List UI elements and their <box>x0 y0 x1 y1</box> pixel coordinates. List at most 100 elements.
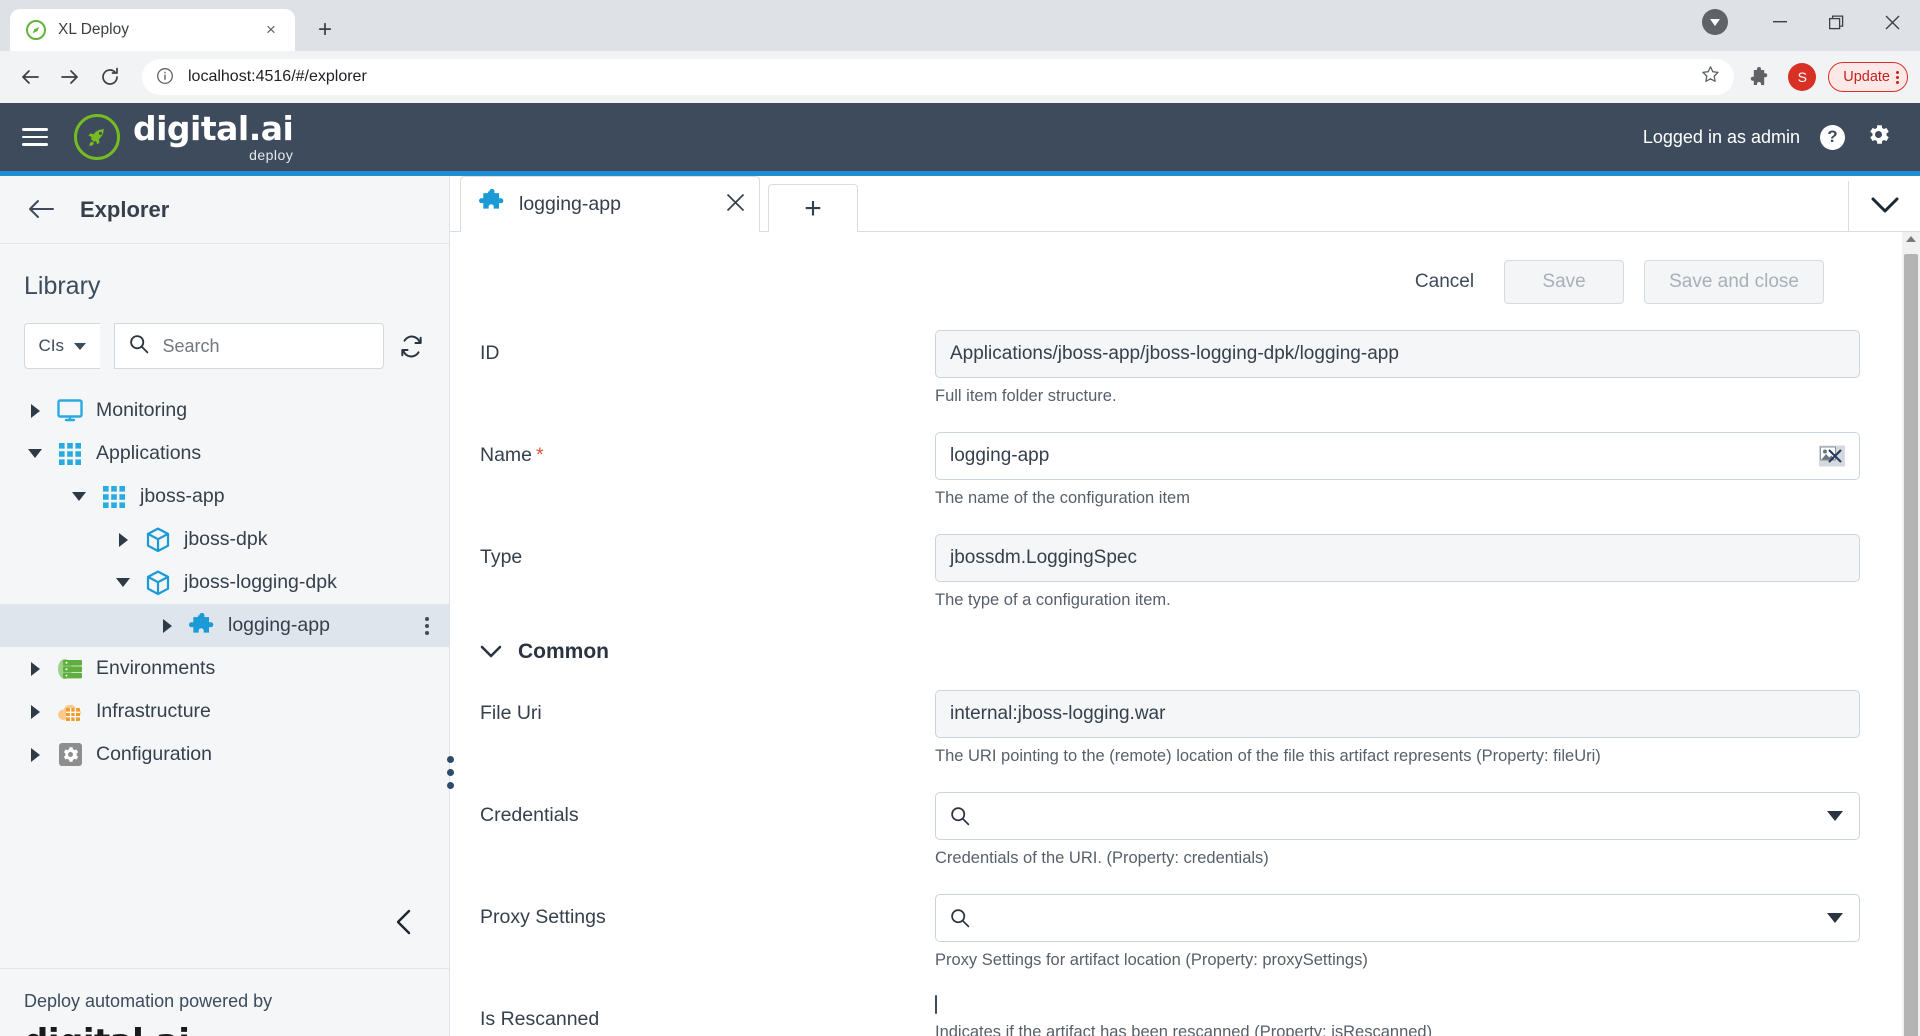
cis-filter-select[interactable]: CIs <box>24 323 100 369</box>
type-input[interactable]: jbossdm.LoggingSpec <box>935 534 1860 582</box>
refresh-icon[interactable] <box>398 334 425 359</box>
maximize-button[interactable] <box>1808 0 1864 44</box>
is-rescanned-checkbox[interactable] <box>935 995 937 1014</box>
cancel-button[interactable]: Cancel <box>1405 263 1484 301</box>
row-menu-icon[interactable] <box>419 616 435 635</box>
chevron-down-icon[interactable] <box>480 645 502 659</box>
tree-collapse-icon[interactable] <box>26 449 44 458</box>
update-button[interactable]: Update <box>1828 62 1908 92</box>
proxy-settings-select[interactable] <box>935 894 1860 942</box>
app-header: digital.ai deploy Logged in as admin ? <box>0 103 1920 171</box>
app-header-right: Logged in as admin ? <box>1643 121 1892 153</box>
sidebar-resize-handle[interactable] <box>447 756 454 789</box>
credentials-select[interactable] <box>935 792 1860 840</box>
brand-product: deploy <box>249 147 294 163</box>
chevron-down-icon[interactable] <box>1827 913 1843 923</box>
close-icon[interactable]: × <box>259 18 283 42</box>
tree-item-label: jboss-dpk <box>184 528 268 550</box>
footer-brand-logo: digital.ai <box>24 1022 425 1036</box>
chevron-down-icon[interactable] <box>1827 811 1843 821</box>
extensions-puzzle-icon[interactable] <box>1742 60 1776 94</box>
add-tab-button[interactable]: + <box>768 184 858 232</box>
scrollbar-thumb[interactable] <box>1904 254 1918 1036</box>
save-button[interactable]: Save <box>1504 260 1625 304</box>
id-input[interactable]: Applications/jboss-app/jboss-logging-dpk… <box>935 330 1860 378</box>
tree-item-jboss-logging-dpk[interactable]: jboss-logging-dpk <box>0 561 449 604</box>
tree-expand-icon[interactable] <box>26 704 44 719</box>
close-icon[interactable] <box>726 192 745 218</box>
credentials-help-text: Credentials of the URI. (Property: crede… <box>935 849 1269 867</box>
hamburger-menu-icon[interactable] <box>22 128 48 146</box>
top-field-group: ID Applications/jboss-app/jboss-logging-… <box>450 330 1868 610</box>
tree-item-logging-app[interactable]: logging-app <box>0 604 449 647</box>
save-and-close-button[interactable]: Save and close <box>1644 260 1824 304</box>
server-icon <box>56 657 84 681</box>
vertical-scrollbar[interactable] <box>1902 232 1920 1036</box>
site-info-icon[interactable] <box>156 67 176 87</box>
grid-icon <box>100 485 128 509</box>
broken-image-clear-icon[interactable] <box>1819 445 1845 467</box>
tree-expand-icon[interactable] <box>26 661 44 676</box>
tree-collapse-icon[interactable] <box>70 492 88 501</box>
document-tab-logging-app[interactable]: logging-app <box>460 176 760 232</box>
browser-tab[interactable]: XL Deploy × <box>10 9 295 51</box>
tree-expand-icon[interactable] <box>158 618 176 633</box>
tree-expand-icon[interactable] <box>114 532 132 547</box>
required-asterisk: * <box>536 444 544 466</box>
chevron-down-icon <box>74 342 86 350</box>
help-icon[interactable]: ? <box>1820 124 1845 150</box>
address-bar[interactable]: localhost:4516/#/explorer <box>142 59 1735 95</box>
field-id: ID Applications/jboss-app/jboss-logging-… <box>450 330 1868 406</box>
rocket-icon <box>74 114 120 160</box>
puzzle-icon <box>188 612 216 639</box>
sidebar-footer: Deploy automation powered by digital.ai <box>0 969 449 1036</box>
search-input[interactable] <box>160 334 370 358</box>
tree-item-label: Configuration <box>96 743 212 765</box>
tree-item-applications[interactable]: Applications <box>0 432 449 475</box>
chevron-down-badge-icon[interactable] <box>1702 9 1728 35</box>
search-icon <box>129 334 149 359</box>
tree-item-jboss-dpk[interactable]: jboss-dpk <box>0 518 449 561</box>
back-arrow-icon[interactable] <box>28 197 54 223</box>
file-uri-input[interactable]: internal:jboss-logging.war <box>935 690 1860 738</box>
package-icon <box>144 570 172 596</box>
search-icon <box>950 908 970 928</box>
tree-item-environments[interactable]: Environments <box>0 647 449 690</box>
explorer-tree: Monitoring Applications jboss-app jboss-… <box>0 389 449 883</box>
tree-expand-icon[interactable] <box>26 747 44 762</box>
section-header-common[interactable]: Common <box>450 640 1868 664</box>
sidebar-header: Explorer <box>0 176 449 244</box>
back-icon[interactable] <box>12 59 48 95</box>
brand-name: digital.ai <box>133 109 294 148</box>
document-tab-bar: logging-app + <box>450 176 1920 232</box>
search-box[interactable] <box>113 323 385 369</box>
browser-menu-icon[interactable] <box>1896 70 1899 84</box>
tree-item-monitoring[interactable]: Monitoring <box>0 389 449 432</box>
profile-avatar[interactable]: S <box>1788 63 1817 91</box>
tree-item-label: Infrastructure <box>96 700 211 722</box>
minimize-button[interactable] <box>1752 0 1808 44</box>
explorer-sidebar: Explorer Library CIs Monitoring <box>0 176 454 1036</box>
scroll-up-arrow-icon[interactable] <box>1906 236 1916 242</box>
tree-item-jboss-app[interactable]: jboss-app <box>0 475 449 518</box>
package-icon <box>144 527 172 553</box>
credentials-label: Credentials <box>480 804 579 826</box>
close-window-button[interactable] <box>1864 0 1920 44</box>
file-uri-label: File Uri <box>480 702 542 724</box>
reload-icon[interactable] <box>92 59 128 95</box>
name-input[interactable]: logging-app <box>935 432 1860 480</box>
new-tab-button[interactable]: + <box>305 11 345 49</box>
workspace: Explorer Library CIs Monitoring <box>0 176 1920 1036</box>
gear-icon[interactable] <box>1865 121 1892 153</box>
form-actions: Cancel Save Save and close <box>450 232 1868 304</box>
name-value: logging-app <box>950 445 1050 466</box>
collapse-sidebar-icon[interactable] <box>395 909 413 942</box>
tab-overflow-chevron-down-icon[interactable] <box>1848 181 1920 231</box>
tree-collapse-icon[interactable] <box>114 578 132 587</box>
tree-expand-icon[interactable] <box>26 403 44 418</box>
tree-item-configuration[interactable]: Configuration <box>0 733 449 776</box>
field-proxy-settings: Proxy Settings Proxy Settings for artifa… <box>450 894 1868 970</box>
tree-item-infrastructure[interactable]: Infrastructure <box>0 690 449 733</box>
forward-icon[interactable] <box>52 59 88 95</box>
bookmark-star-icon[interactable] <box>1701 65 1720 89</box>
